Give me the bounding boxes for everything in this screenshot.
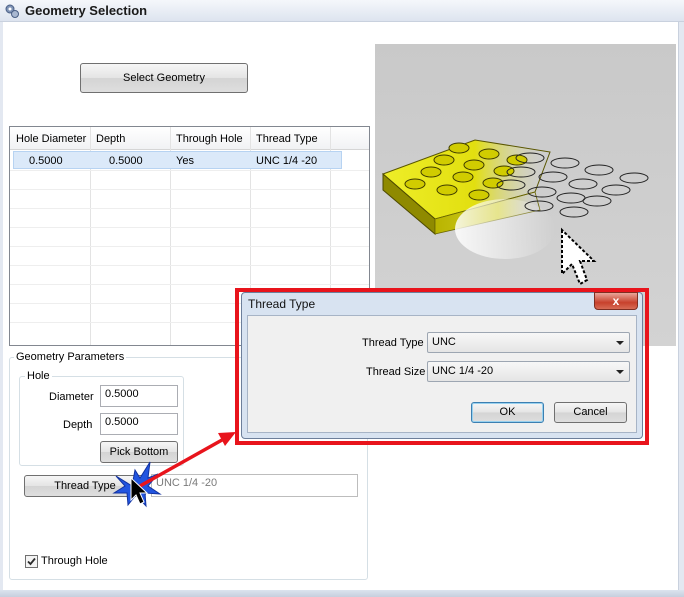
dialog-body: Thread Type UNC Thread Size UNC 1/4 -20 … xyxy=(247,315,637,433)
depth-value: 0.5000 xyxy=(105,416,139,428)
thread-type-dialog: Thread Type x Thread Type UNC Thread Siz… xyxy=(241,292,643,439)
ok-label: OK xyxy=(499,406,516,418)
diameter-value: 0.5000 xyxy=(105,388,139,400)
cancel-button[interactable]: Cancel xyxy=(554,402,627,423)
cancel-label: Cancel xyxy=(573,406,608,418)
thread-size-dropdown[interactable]: UNC 1/4 -20 xyxy=(427,361,630,382)
dialog-close-button[interactable]: x xyxy=(594,292,638,310)
row-divider xyxy=(10,246,369,247)
thread-type-field[interactable]: UNC 1/4 -20 xyxy=(151,474,358,497)
column-header-thread-type[interactable]: Thread Type xyxy=(256,133,318,145)
chevron-down-icon xyxy=(616,341,624,345)
through-hole-label: Through Hole xyxy=(41,555,108,567)
window-border-bottom xyxy=(0,590,684,597)
row-divider xyxy=(10,170,369,171)
title-bar: Geometry Selection xyxy=(0,0,684,22)
close-icon: x xyxy=(612,294,620,308)
select-geometry-label: Select Geometry xyxy=(123,72,205,84)
chevron-down-icon xyxy=(616,370,624,374)
window-title: Geometry Selection xyxy=(25,3,148,18)
thread-type-button[interactable]: Thread Type xyxy=(24,475,146,497)
thread-type-dropdown[interactable]: UNC xyxy=(427,332,630,353)
thread-size-label: Thread Size xyxy=(366,366,426,378)
depth-input[interactable]: 0.5000 xyxy=(100,413,178,435)
window-border-right xyxy=(678,22,684,592)
app-icon xyxy=(5,4,19,18)
cell-thread-type: UNC 1/4 -20 xyxy=(256,155,318,167)
cell-depth: 0.5000 xyxy=(109,155,143,167)
cell-through-hole: Yes xyxy=(176,155,194,167)
through-hole-checkbox[interactable] xyxy=(25,555,38,568)
row-divider xyxy=(10,208,369,209)
row-divider xyxy=(10,265,369,266)
select-geometry-button[interactable]: Select Geometry xyxy=(80,63,248,93)
thread-type-dropdown-value: UNC xyxy=(432,336,456,348)
thread-type-button-label: Thread Type xyxy=(54,480,116,492)
depth-label: Depth xyxy=(63,419,93,431)
hole-group-label: Hole xyxy=(25,370,52,382)
window-border-left xyxy=(0,22,3,592)
table-header: Hole Diameter Depth Through Hole Thread … xyxy=(10,127,369,150)
ok-button[interactable]: OK xyxy=(471,402,544,423)
row-divider xyxy=(10,227,369,228)
pick-bottom-label: Pick Bottom xyxy=(109,446,169,458)
thread-size-dropdown-value: UNC 1/4 -20 xyxy=(432,365,494,377)
cell-hole-diameter: 0.5000 xyxy=(29,155,63,167)
column-header-hole-diameter[interactable]: Hole Diameter xyxy=(16,133,86,145)
thread-type-field-value: UNC 1/4 -20 xyxy=(156,477,218,489)
dialog-title: Thread Type xyxy=(248,297,316,311)
row-divider xyxy=(10,284,369,285)
row-divider xyxy=(10,189,369,190)
pick-bottom-button[interactable]: Pick Bottom xyxy=(100,441,178,463)
diameter-label: Diameter xyxy=(49,391,94,403)
geometry-parameters-label: Geometry Parameters xyxy=(14,351,127,363)
column-header-depth[interactable]: Depth xyxy=(96,133,125,145)
thread-type-label: Thread Type xyxy=(362,337,424,349)
column-header-through-hole[interactable]: Through Hole xyxy=(176,133,243,145)
diameter-input[interactable]: 0.5000 xyxy=(100,385,178,407)
